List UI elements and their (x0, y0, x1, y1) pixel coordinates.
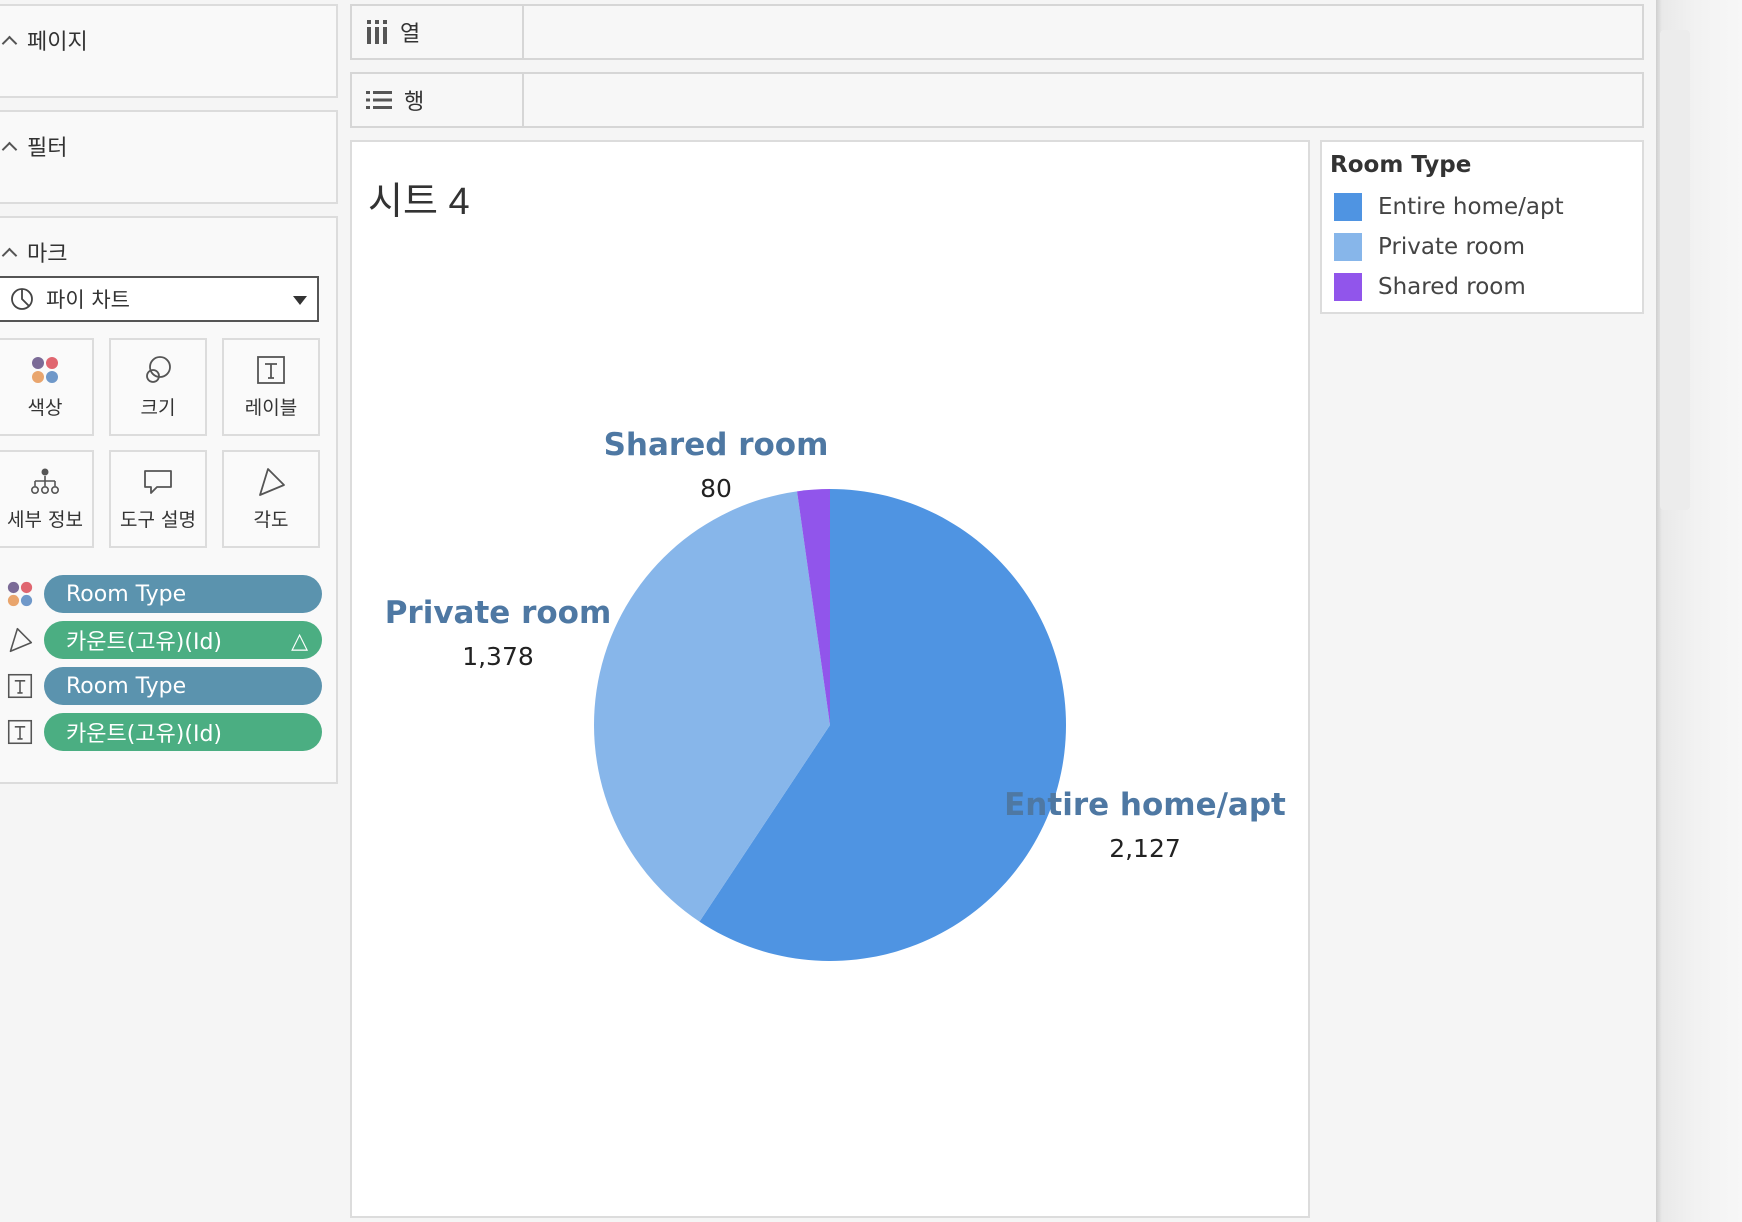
pages-panel: 페이지 (0, 4, 338, 98)
angle-icon (259, 467, 285, 496)
chevron-down-icon (293, 296, 307, 305)
legend-swatch (1334, 193, 1362, 221)
count-distinct-label-pill[interactable]: 카운트(고유)(Id) (44, 713, 322, 751)
marks-pill-row: Room Type (0, 574, 322, 614)
filters-title: 필터 (27, 136, 68, 161)
slice-label: Shared room (604, 427, 829, 463)
columns-icon (367, 20, 387, 44)
pill-label: Room Type (66, 673, 187, 699)
angle-button-label: 각도 (253, 508, 289, 531)
tooltip-button-label: 도구 설명 (120, 508, 196, 531)
legend-item[interactable]: Shared room (1334, 272, 1526, 302)
pie-chart-icon (11, 288, 33, 310)
rows-label: 행 (404, 90, 425, 115)
window-edge-shadow (1660, 30, 1690, 510)
pie-chart: Entire home/apt 2,127 Private room 1,378 Sha… (385, 427, 1286, 961)
legend-title: Room Type (1330, 152, 1472, 178)
pages-title: 페이지 (27, 30, 88, 55)
color-icon (0, 579, 40, 609)
slice-label: Entire home/apt (1004, 787, 1286, 823)
legend-swatch (1334, 273, 1362, 301)
columns-shelf[interactable]: 열 (350, 4, 1644, 60)
angle-icon (0, 625, 40, 655)
color-button-label: 색상 (27, 396, 63, 419)
tooltip-button[interactable]: 도구 설명 (109, 450, 207, 548)
marks-pill-row: Room Type (0, 666, 322, 706)
size-button-label: 크기 (140, 396, 176, 419)
rows-shelf-label: 행 (352, 74, 524, 126)
size-icon (146, 355, 171, 383)
legend-item[interactable]: Private room (1334, 232, 1525, 262)
label-icon (0, 717, 40, 747)
legend-swatch (1334, 233, 1362, 261)
color-button[interactable]: 색상 (0, 338, 94, 436)
slice-value-label: 2,127 (1109, 834, 1181, 863)
legend-label: Private room (1378, 234, 1525, 260)
pages-header[interactable]: 페이지 (0, 24, 88, 56)
columns-label: 열 (400, 22, 421, 47)
color-icon (32, 356, 58, 383)
marks-pill-row: 카운트(고유)(Id) (0, 712, 322, 752)
marks-header[interactable]: 마크 (0, 236, 67, 268)
filters-panel: 필터 (0, 110, 338, 204)
collapse-icon[interactable] (1, 247, 18, 263)
room-type-label-pill[interactable]: Room Type (44, 667, 322, 705)
mark-type-label: 파이 차트 (46, 288, 130, 312)
slice-value-label: 80 (700, 474, 732, 503)
legend-item[interactable]: Entire home/apt (1334, 192, 1564, 222)
label-button-label: 레이블 (244, 396, 298, 419)
angle-button[interactable]: 각도 (222, 450, 320, 548)
mark-type-dropdown[interactable]: 파이 차트 (0, 276, 319, 322)
room-type-color-pill[interactable]: Room Type (44, 575, 322, 613)
collapse-icon[interactable] (1, 35, 18, 51)
color-legend: Room Type Entire home/apt Private room S… (1320, 140, 1644, 314)
rows-icon (366, 91, 392, 109)
detail-icon (30, 468, 59, 494)
count-distinct-angle-pill[interactable]: 카운트(고유)(Id) △ (44, 621, 322, 659)
slice-label: Private room (385, 595, 612, 631)
pill-label: 카운트(고유)(Id) (66, 630, 222, 655)
label-icon (0, 671, 40, 701)
size-button[interactable]: 크기 (109, 338, 207, 436)
label-button[interactable]: 레이블 (222, 338, 320, 436)
tooltip-icon (144, 469, 172, 494)
legend-label: Shared room (1378, 274, 1526, 300)
rows-shelf[interactable]: 행 (350, 72, 1644, 128)
detail-button-label: 세부 정보 (7, 508, 83, 531)
pill-label: 카운트(고유)(Id) (66, 722, 222, 747)
table-calc-delta-icon: △ (291, 629, 308, 654)
marks-title: 마크 (27, 242, 68, 267)
marks-pill-row: 카운트(고유)(Id) △ (0, 620, 322, 660)
detail-button[interactable]: 세부 정보 (0, 450, 94, 548)
slice-value-label: 1,378 (462, 642, 534, 671)
columns-shelf-label: 열 (352, 6, 524, 58)
marks-panel: 마크 파이 차트 색상 크기 레이블 세부 정보 도구 설명 각도 Room T… (0, 216, 338, 784)
legend-label: Entire home/apt (1378, 194, 1564, 220)
worksheet-canvas: 시트 4 Entire home/apt 2,127 Private room 1,3… (350, 140, 1310, 1218)
pill-label: Room Type (66, 581, 187, 607)
filters-header[interactable]: 필터 (0, 130, 67, 162)
label-icon (257, 355, 285, 384)
collapse-icon[interactable] (1, 141, 18, 157)
